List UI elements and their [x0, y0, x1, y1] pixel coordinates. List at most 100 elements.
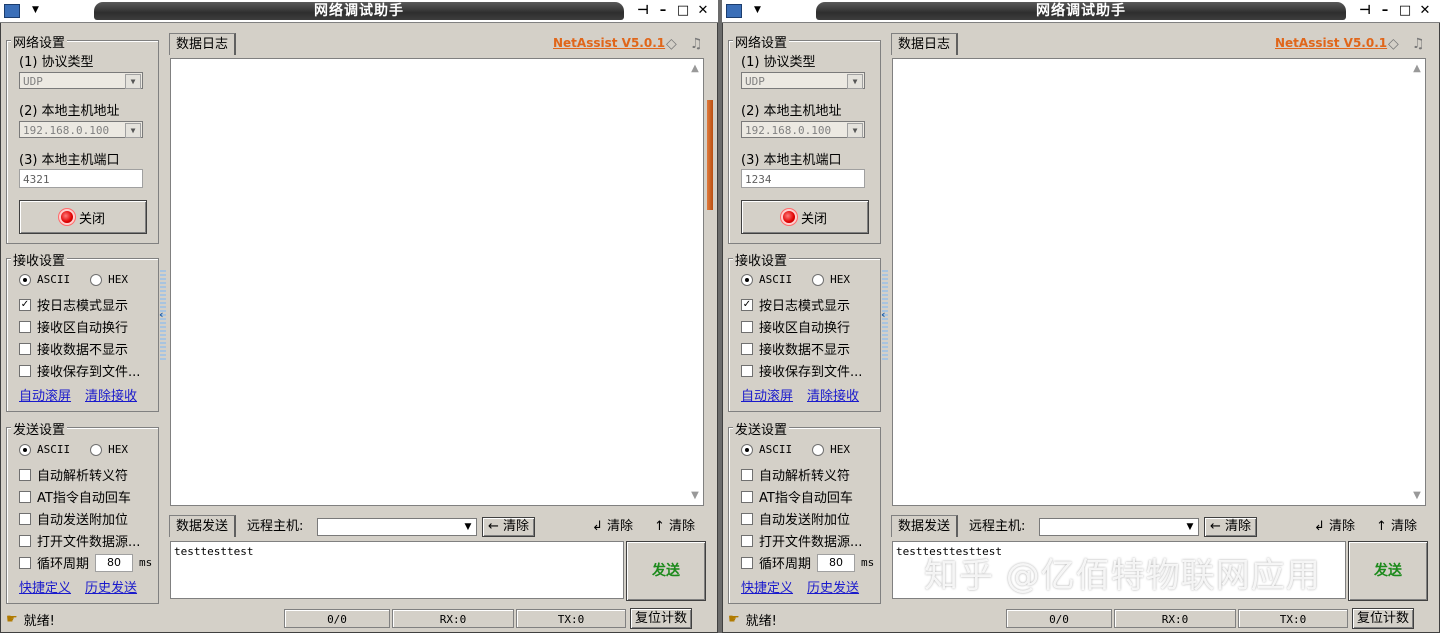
data-log-area[interactable]: ▲ ▼	[170, 58, 704, 506]
brand-link[interactable]: NetAssist V5.0.1	[553, 36, 665, 50]
log-mode-option[interactable]: ✓ 按日志模式显示	[19, 295, 128, 314]
clear-remote-button[interactable]: ← 清除	[482, 517, 536, 537]
close-connection-button[interactable]: 关闭	[741, 200, 869, 234]
log-scrollbar[interactable]: ▲ ▼	[1409, 59, 1425, 505]
checkbox[interactable]	[741, 512, 753, 525]
tab-data-log[interactable]: 数据日志	[891, 33, 959, 55]
clear-counter-button[interactable]: ↑ 清除	[654, 517, 695, 537]
port-input[interactable]: 4321	[19, 169, 143, 188]
send-button[interactable]: 发送	[1348, 541, 1428, 601]
clear-remote-button[interactable]: ← 清除	[1204, 517, 1258, 537]
clear-send-button[interactable]: ↲ 清除	[1314, 517, 1355, 537]
data-log-area[interactable]: ▲ ▼	[892, 58, 1426, 506]
clear-receive-link[interactable]: 清除接收	[85, 385, 137, 404]
maximize-button[interactable]: □	[676, 3, 690, 19]
cycle-input[interactable]: 80	[95, 553, 134, 572]
port-input[interactable]: 1234	[741, 169, 865, 188]
tab-data-log[interactable]: 数据日志	[169, 33, 237, 55]
host-select[interactable]: 192.168.0.100 ▼	[741, 121, 865, 138]
cycle-option[interactable]: 循环周期 80 ms	[741, 553, 874, 572]
hex-radio[interactable]	[812, 443, 825, 456]
shortcut-link[interactable]: 快捷定义	[741, 577, 793, 596]
tab-data-send[interactable]: 数据发送	[169, 515, 237, 537]
checkbox[interactable]	[19, 512, 31, 525]
system-menu[interactable]: ▼	[2, 1, 44, 20]
minimize-button[interactable]: –	[1378, 3, 1392, 19]
shortcut-link[interactable]: 快捷定义	[19, 577, 71, 596]
save-file-option[interactable]: 接收保存到文件...	[741, 361, 862, 380]
checkbox[interactable]	[19, 490, 31, 503]
checkbox[interactable]	[741, 364, 753, 377]
remote-host-select[interactable]: ▼	[1039, 518, 1199, 536]
checkbox-checked[interactable]: ✓	[741, 298, 753, 311]
scroll-up-icon[interactable]: ▲	[1409, 63, 1425, 74]
escape-option[interactable]: 自动解析转义符	[19, 465, 128, 484]
checksum-option[interactable]: 自动发送附加位	[19, 509, 128, 528]
diamond-icon[interactable]: ◇	[666, 36, 677, 52]
hex-radio[interactable]	[90, 273, 103, 286]
checkbox[interactable]	[19, 364, 31, 377]
host-select[interactable]: 192.168.0.100 ▼	[19, 121, 143, 138]
history-link[interactable]: 历史发送	[807, 577, 859, 596]
tab-data-send[interactable]: 数据发送	[891, 515, 959, 537]
close-connection-button[interactable]: 关闭	[19, 200, 147, 234]
checkbox[interactable]	[19, 320, 31, 333]
cycle-option[interactable]: 循环周期 80 ms	[19, 553, 152, 572]
save-file-option[interactable]: 接收保存到文件...	[19, 361, 140, 380]
clear-send-button[interactable]: ↲ 清除	[592, 517, 633, 537]
title-bar[interactable]: ▼ 网络调试助手 ⊣ – □ ✕	[722, 0, 1440, 23]
at-option[interactable]: AT指令自动回车	[19, 487, 131, 506]
checkbox[interactable]	[19, 556, 31, 569]
autoscroll-link[interactable]: 自动滚屏	[741, 385, 793, 404]
clear-receive-link[interactable]: 清除接收	[807, 385, 859, 404]
system-menu[interactable]: ▼	[724, 1, 766, 20]
side-scroll-indicator[interactable]	[707, 100, 713, 210]
checkbox[interactable]	[19, 534, 31, 547]
at-option[interactable]: AT指令自动回车	[741, 487, 853, 506]
minimize-button[interactable]: –	[656, 3, 670, 19]
reset-count-button[interactable]: 复位计数	[630, 608, 693, 629]
protocol-select[interactable]: UDP ▼	[19, 72, 143, 89]
close-button[interactable]: ✕	[1418, 3, 1432, 19]
chevron-down-icon[interactable]: ▼	[125, 123, 141, 138]
remote-host-select[interactable]: ▼	[317, 518, 477, 536]
checkbox[interactable]	[741, 320, 753, 333]
scroll-down-icon[interactable]: ▼	[687, 490, 703, 501]
collapse-panel-handle[interactable]: ‹	[881, 270, 888, 362]
checkbox[interactable]	[741, 556, 753, 569]
scroll-up-icon[interactable]: ▲	[687, 63, 703, 74]
ascii-radio[interactable]	[741, 443, 753, 456]
scroll-down-icon[interactable]: ▼	[1409, 490, 1425, 501]
escape-option[interactable]: 自动解析转义符	[741, 465, 850, 484]
send-text-input[interactable]: testtesttest	[170, 541, 624, 599]
checkbox[interactable]	[19, 468, 31, 481]
protocol-select[interactable]: UDP ▼	[741, 72, 865, 89]
close-button[interactable]: ✕	[696, 3, 710, 19]
checkbox[interactable]	[741, 534, 753, 547]
bell-icon[interactable]: ♫	[1412, 36, 1425, 52]
pin-icon[interactable]: ⊣	[1358, 3, 1372, 19]
title-bar[interactable]: ▼ 网络调试助手 ⊣ – □ ✕	[0, 0, 718, 23]
pin-icon[interactable]: ⊣	[636, 3, 650, 19]
auto-wrap-option[interactable]: 接收区自动换行	[19, 317, 128, 336]
bell-icon[interactable]: ♫	[690, 36, 703, 52]
diamond-icon[interactable]: ◇	[1388, 36, 1399, 52]
cycle-input[interactable]: 80	[817, 553, 856, 572]
chevron-down-icon[interactable]: ▼	[847, 74, 863, 89]
ascii-radio[interactable]	[741, 273, 753, 286]
hide-data-option[interactable]: 接收数据不显示	[741, 339, 850, 358]
file-source-option[interactable]: 打开文件数据源...	[19, 531, 140, 550]
chevron-down-icon[interactable]: ▼	[125, 74, 141, 89]
checkbox-checked[interactable]: ✓	[19, 298, 31, 311]
checkbox[interactable]	[19, 342, 31, 355]
history-link[interactable]: 历史发送	[85, 577, 137, 596]
checkbox[interactable]	[741, 342, 753, 355]
file-source-option[interactable]: 打开文件数据源...	[741, 531, 862, 550]
chevron-down-icon[interactable]: ▼	[1183, 520, 1197, 534]
ascii-radio[interactable]	[19, 443, 31, 456]
hex-radio[interactable]	[90, 443, 103, 456]
collapse-panel-handle[interactable]: ‹	[159, 270, 166, 362]
log-scrollbar[interactable]: ▲ ▼	[687, 59, 703, 505]
maximize-button[interactable]: □	[1398, 3, 1412, 19]
reset-count-button[interactable]: 复位计数	[1352, 608, 1415, 629]
